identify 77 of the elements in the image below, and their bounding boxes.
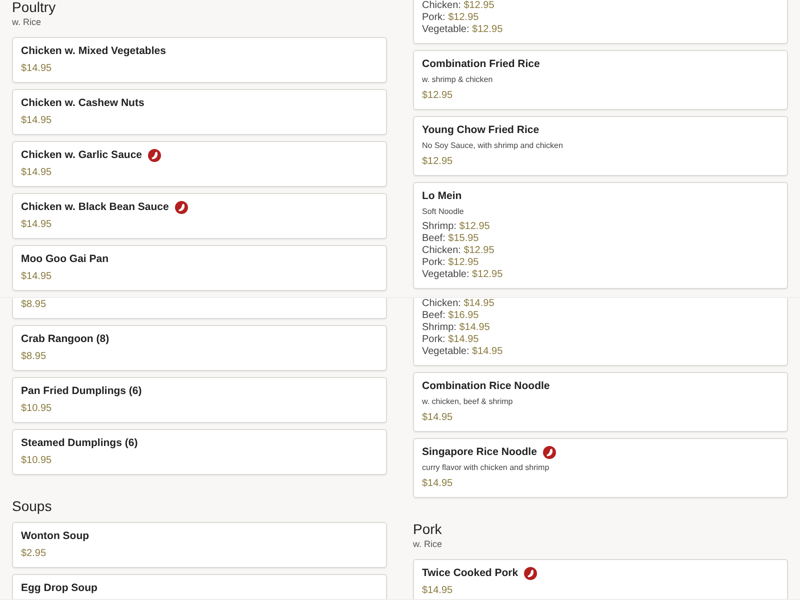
section-title: Soups <box>12 499 53 513</box>
dish-description: curry flavor with chicken and shrimp <box>422 463 550 473</box>
dish-name: Steamed Dumplings (6) <box>21 436 138 450</box>
price-option: Shrimp: $14.95 <box>422 322 779 334</box>
price-option: Pork: $14.95 <box>422 334 779 346</box>
menu-item-card[interactable]: Chicken w. Garlic Sauce $14.95 <box>12 141 387 187</box>
menu-item-card[interactable]: Chicken w. Cashew Nuts $14.95 <box>12 89 387 135</box>
dish-price: $14.95 <box>422 584 454 597</box>
price-option: Vegetable: $12.95 <box>422 269 779 281</box>
dish-price: $12.95 <box>422 89 454 102</box>
dish-description: w. shrimp & chicken <box>422 75 494 85</box>
dish-description: Soft Noodle <box>422 207 465 217</box>
dish-name: Combination Fried Rice <box>422 57 540 71</box>
menu-item-card[interactable]: Egg Drop Soup <box>12 574 387 599</box>
dish-name: Young Chow Fried Rice <box>422 123 540 137</box>
menu-item-card[interactable]: Combination Rice Noodle w. chicken, beef & shrimp $14.95 <box>413 372 788 432</box>
dish-price: $14.95 <box>21 62 53 75</box>
menu-item-card[interactable]: Combination Fried Rice w. shrimp & chicken $12.95 <box>413 50 788 110</box>
chili-pepper-icon <box>524 566 538 580</box>
dish-name: Lo Mein <box>422 189 462 203</box>
dish-name: Pan Fried Dumplings (6) <box>21 384 142 398</box>
dish-name: Wonton Soup <box>21 529 90 543</box>
chili-pepper-icon <box>542 446 556 458</box>
menu-item-card[interactable]: Steamed Dumplings (6) $10.95 <box>12 429 387 475</box>
chili-pepper-icon <box>148 148 161 162</box>
price-option: Pork: $12.95 <box>422 12 779 24</box>
dish-price: $14.95 <box>422 411 454 424</box>
price-option: Pork: $12.95 <box>422 257 779 269</box>
dish-name: Crab Rangoon (8) <box>21 332 110 346</box>
price-option: Vegetable: $14.95 <box>422 346 779 358</box>
dish-name: Twice Cooked Pork <box>422 566 518 580</box>
dish-description: w. chicken, beef & shrimp <box>422 397 514 407</box>
price-option: Vegetable: $12.95 <box>422 24 779 36</box>
dish-price: $14.95 <box>21 166 53 179</box>
menu-item-card[interactable]: $8.95 <box>12 298 387 319</box>
dish-price: $8.95 <box>21 350 48 363</box>
menu-item-card[interactable]: Wonton Soup $2.95 <box>12 522 387 568</box>
menu-item-card[interactable]: Young Chow Fried Rice No Soy Sauce, with shrimp and chicken $12.95 <box>413 116 788 176</box>
menu-item-card[interactable]: Lo Mein Soft Noodle Shrimp: $12.95 Beef: $15.95 Chicken: $12.95 Pork: $12.95 Vegetable: $12.95 <box>413 182 788 289</box>
menu-item-card[interactable]: Pan Fried Dumplings (6) $10.95 <box>12 377 387 423</box>
menu-item-card[interactable]: Moo Goo Gai Pan $14.95 <box>12 245 387 291</box>
dish-price: $14.95 <box>21 218 53 231</box>
dish-name: Combination Rice Noodle <box>422 379 550 393</box>
dish-price: $2.95 <box>21 547 48 560</box>
dish-price: $10.95 <box>21 454 53 467</box>
dish-name: Chicken w. Garlic Sauce <box>21 148 142 162</box>
price-option: Chicken: $14.95 <box>422 298 779 310</box>
dish-name: Singapore Rice Noodle <box>422 445 537 459</box>
menu-item-card[interactable]: Twice Cooked Pork $14.95 <box>413 559 788 599</box>
menu-item-card[interactable]: Crab Rangoon (8) $8.95 <box>12 325 387 371</box>
section-title: Poultry <box>12 0 57 14</box>
price-option: Shrimp: $12.95 <box>422 221 779 233</box>
dish-name: Chicken w. Mixed Vegetables <box>21 44 166 58</box>
dish-name: Chicken w. Cashew Nuts <box>21 96 144 110</box>
section-subtitle: w. Rice <box>12 17 42 28</box>
section-title: Pork <box>413 522 443 536</box>
dish-description: No Soy Sauce, with shrimp and chicken <box>422 141 564 151</box>
dish-price: $14.95 <box>21 270 53 283</box>
menu-item-card[interactable]: Chicken: $14.95 Beef: $16.95 Shrimp: $14.95 Pork: $14.95 Vegetable: $14.95 <box>413 298 788 366</box>
dish-price: $14.95 <box>21 114 53 127</box>
price-option: Beef: $15.95 <box>422 233 779 245</box>
price-option: Beef: $16.95 <box>422 310 779 322</box>
price-option: Chicken: $12.95 <box>422 0 779 12</box>
dish-price: $10.95 <box>21 402 53 415</box>
section-subtitle: w. Rice <box>413 539 444 550</box>
menu-item-card[interactable]: Chicken w. Mixed Vegetables $14.95 <box>12 37 387 83</box>
chili-pepper-icon <box>174 200 188 214</box>
dish-name: Moo Goo Gai Pan <box>21 252 109 266</box>
menu-item-card[interactable]: Chicken: $12.95 Pork: $12.95 Vegetable: $12.95 <box>413 0 788 44</box>
price-option: Chicken: $12.95 <box>422 245 779 257</box>
dish-name: Chicken w. Black Bean Sauce <box>21 200 169 214</box>
dish-price: $12.95 <box>422 155 454 168</box>
menu-item-card[interactable]: Chicken w. Black Bean Sauce $14.95 <box>12 193 387 239</box>
dish-price: $14.95 <box>422 477 454 490</box>
dish-price: $8.95 <box>21 298 48 311</box>
menu-item-card[interactable]: Singapore Rice Noodle curry flavor with chicken and shrimp $14.95 <box>413 438 788 498</box>
dish-name: Egg Drop Soup <box>21 581 98 595</box>
